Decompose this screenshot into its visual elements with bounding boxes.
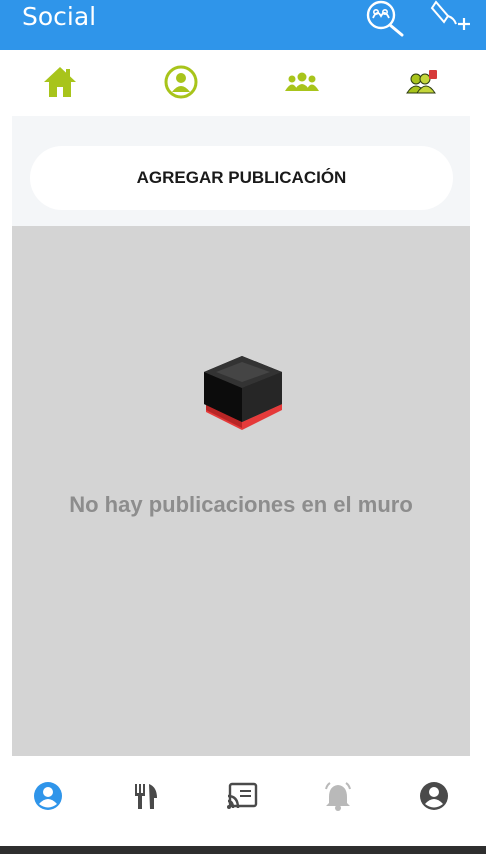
- account-icon: [419, 781, 449, 816]
- nav-notifications[interactable]: [316, 778, 360, 818]
- tab-friends[interactable]: [280, 62, 324, 106]
- nav-social[interactable]: [26, 778, 70, 818]
- nav-cast[interactable]: [220, 778, 264, 818]
- food-icon: [133, 782, 159, 815]
- home-icon: [42, 65, 78, 104]
- page-title: Social: [22, 2, 97, 31]
- add-post-button[interactable]: AGREGAR PUBLICACIÓN: [30, 146, 453, 210]
- social-tabs: [0, 50, 486, 116]
- nav-food[interactable]: [124, 778, 168, 818]
- app-bar: Social: [0, 0, 486, 50]
- empty-box-icon: [194, 342, 290, 438]
- friends-group-icon: [284, 70, 320, 99]
- bottom-navigation: [0, 756, 486, 846]
- tab-home[interactable]: [38, 62, 82, 106]
- add-friend-button[interactable]: [426, 0, 476, 40]
- cast-icon: [226, 782, 258, 815]
- empty-wall-message: No hay publicaciones en el muro: [69, 492, 413, 517]
- tab-profile[interactable]: [159, 62, 203, 106]
- nav-account[interactable]: [412, 778, 456, 818]
- tab-friend-requests[interactable]: [400, 62, 444, 106]
- search-friends-button[interactable]: [360, 0, 410, 40]
- social-user-icon: [33, 781, 63, 816]
- friend-requests-icon: [405, 69, 439, 100]
- wall-feed: No hay publicaciones en el muro: [12, 226, 470, 756]
- system-navigation-bar: [0, 846, 486, 854]
- wall-section: AGREGAR PUBLICACIÓN No hay publicaciones…: [12, 116, 470, 756]
- profile-icon: [163, 64, 199, 105]
- notifications-icon: [323, 781, 353, 816]
- search-friends-icon: [362, 0, 408, 43]
- add-friend-icon: [428, 0, 474, 43]
